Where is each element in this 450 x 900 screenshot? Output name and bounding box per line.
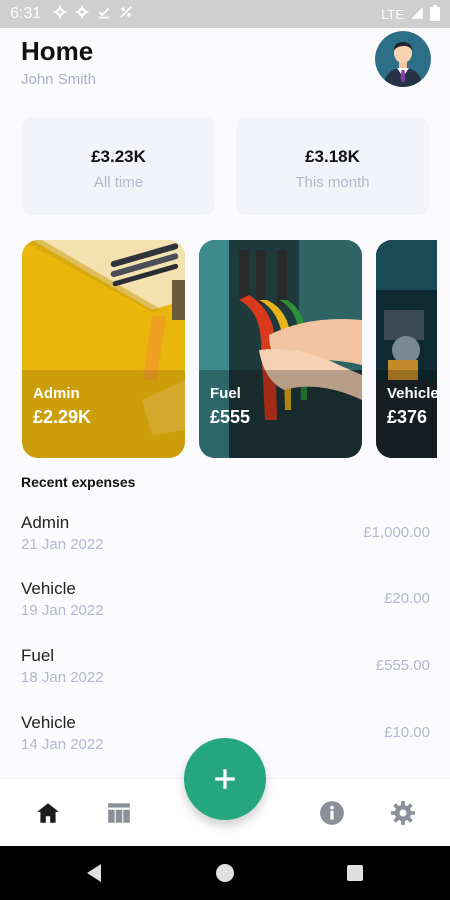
download-done-icon (97, 5, 111, 24)
expense-name: Vehicle (21, 579, 76, 598)
category-amount: £376 (387, 407, 428, 427)
summary-amount: £3.23K (91, 147, 146, 166)
expense-date: 19 Jan 2022 (21, 602, 104, 619)
expense-row[interactable]: Vehicle 19 Jan 2022 £20.00 (0, 579, 450, 635)
status-bar: 6:31 LTE (0, 0, 450, 28)
summary-label: All time (93, 174, 144, 191)
battery-icon (430, 4, 440, 24)
category-card-fuel[interactable]: Fuel £555 (199, 240, 362, 458)
category-carousel[interactable]: Admin £2.29K Fuel £555 Vehicle £376 (0, 240, 437, 458)
avatar[interactable] (375, 31, 431, 87)
expense-name: Vehicle (21, 713, 76, 732)
page-title: Home (21, 36, 94, 66)
category-amount: £2.29K (33, 407, 92, 427)
signal-icon (410, 6, 424, 23)
add-icon (215, 769, 235, 789)
recents-icon (347, 865, 363, 881)
back-icon (87, 864, 101, 882)
settings-icon (391, 801, 415, 825)
network-label: LTE (381, 6, 404, 22)
nav-home-button[interactable] (28, 793, 68, 833)
info-icon (320, 801, 344, 825)
summary-card-this-month: £3.18K This month (236, 117, 429, 215)
home-circle-icon (216, 864, 234, 882)
expense-amount: £1,000.00 (363, 524, 430, 541)
nav-info-button[interactable] (312, 793, 352, 833)
category-card-admin[interactable]: Admin £2.29K (22, 240, 185, 458)
home-icon (37, 803, 59, 823)
system-back-button[interactable] (83, 862, 105, 884)
expense-amount: £555.00 (375, 657, 430, 674)
expense-amount: £20.00 (384, 590, 430, 607)
recent-expenses-title: Recent expenses (21, 474, 136, 490)
expense-amount: £10.00 (384, 724, 430, 741)
category-name: Admin (33, 385, 80, 402)
expense-date: 18 Jan 2022 (21, 669, 104, 686)
expense-date: 14 Jan 2022 (21, 736, 104, 753)
status-time: 6:31 (10, 5, 42, 22)
expense-date: 21 Jan 2022 (21, 536, 104, 553)
summary-amount: £3.18K (305, 147, 360, 166)
nav-table-button[interactable] (99, 793, 139, 833)
signal-off-icon (119, 5, 133, 24)
system-home-button[interactable] (214, 862, 236, 884)
category-name: Fuel (210, 385, 241, 402)
settings-icon (53, 5, 67, 24)
expense-name: Fuel (21, 646, 55, 665)
user-name: John Smith (21, 71, 97, 88)
app-screen: Home John Smith £3.23K All time £3.18K T… (0, 28, 450, 846)
system-recents-button[interactable] (344, 862, 366, 884)
system-navigation-bar (0, 846, 450, 900)
settings-icon (75, 5, 89, 24)
summary-label: This month (295, 174, 370, 191)
expense-name: Admin (21, 513, 70, 532)
expense-row[interactable]: Fuel 18 Jan 2022 £555.00 (0, 646, 450, 702)
nav-settings-button[interactable] (383, 793, 423, 833)
category-card-vehicle[interactable]: Vehicle £376 (376, 240, 437, 458)
summary-card-all-time: £3.23K All time (22, 117, 215, 215)
category-amount: £555 (210, 407, 251, 427)
category-name: Vehicle (387, 385, 437, 402)
expense-row[interactable]: Admin 21 Jan 2022 £1,000.00 (0, 513, 450, 569)
table-icon (108, 803, 130, 823)
add-expense-button[interactable] (184, 738, 266, 820)
